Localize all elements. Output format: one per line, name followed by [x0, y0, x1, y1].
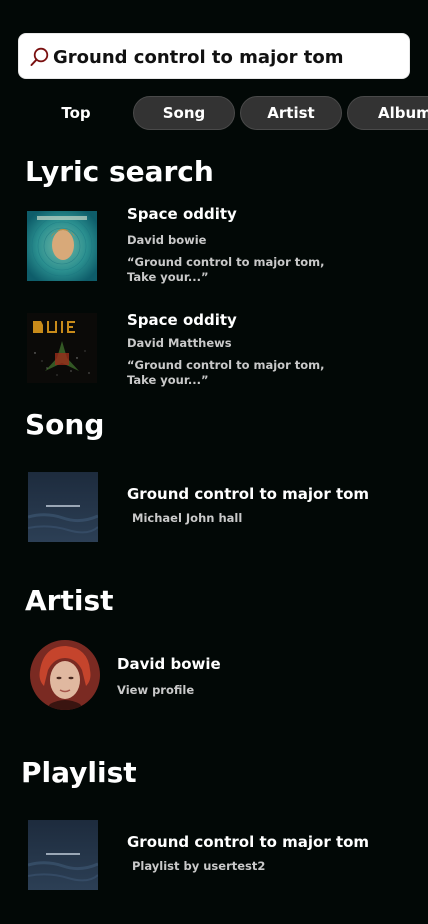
tab-album[interactable]: Album [347, 96, 428, 130]
search-bar[interactable] [18, 33, 410, 79]
artist-name: David bowie [117, 655, 221, 673]
tab-top[interactable]: Top [40, 96, 112, 130]
lyric-result-line-2: Take your...” [127, 270, 209, 284]
section-title-playlist: Playlist [21, 756, 137, 789]
lyric-result-artist: David bowie [127, 233, 207, 247]
song-title: Ground control to major tom [127, 485, 370, 503]
lyric-result-artist: David Matthews [127, 336, 232, 350]
section-title-lyric-search: Lyric search [25, 155, 214, 188]
lyric-result-line-1: “Ground control to major tom, [127, 358, 325, 372]
filter-tabs: Top Song Artist Album [0, 96, 428, 132]
tab-song[interactable]: Song [133, 96, 235, 130]
tab-artist[interactable]: Artist [240, 96, 342, 130]
app-screen: Top Song Artist Album Lyric search [0, 0, 428, 924]
album-cover-space-oddity-bowie [27, 211, 97, 281]
album-cover-space-oddity-matthews [27, 313, 97, 383]
section-title-artist: Artist [25, 584, 114, 617]
lyric-result-title: Space oddity [127, 205, 237, 223]
view-profile-link[interactable]: View profile [117, 683, 194, 698]
search-icon [29, 46, 51, 68]
lyric-result-line-1: “Ground control to major tom, [127, 255, 325, 269]
playlist-cover-art [28, 820, 98, 890]
song-artist: Michael John hall [132, 511, 243, 525]
artist-avatar [30, 640, 100, 710]
lyric-result-line-2: Take your...” [127, 373, 209, 387]
section-title-song: Song [25, 408, 105, 441]
lyric-result-title: Space oddity [127, 311, 237, 329]
playlist-title: Ground control to major tom [127, 833, 370, 851]
search-input[interactable] [53, 42, 403, 72]
playlist-owner: Playlist by usertest2 [132, 859, 266, 873]
song-cover-art [28, 472, 98, 542]
